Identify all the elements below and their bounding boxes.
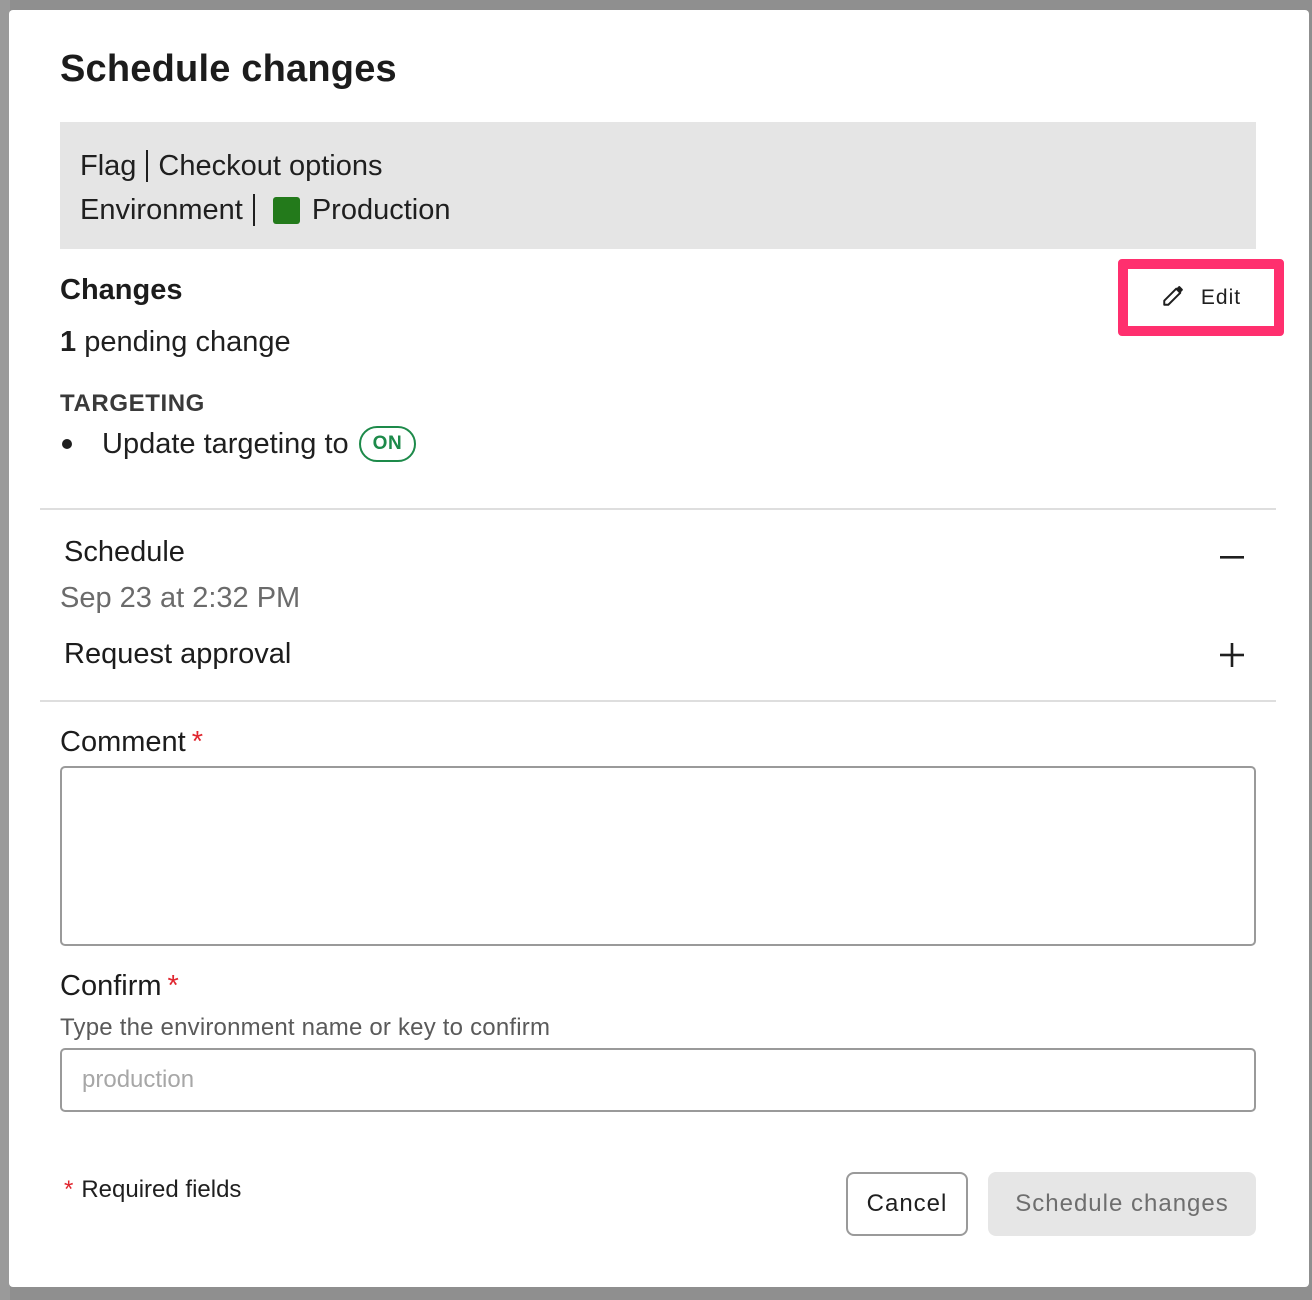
separator	[146, 150, 149, 182]
confirm-label-text: Confirm	[60, 970, 162, 1002]
required-asterisk: *	[167, 970, 179, 1002]
environment-name: Production	[311, 194, 451, 226]
pending-changes-summary: 1 pending change	[60, 326, 291, 359]
environment-info-line: Environment Production	[80, 188, 1236, 232]
flag-info-panel: Flag Checkout options Environment Produc…	[60, 122, 1256, 249]
schedule-changes-modal: Schedule changes Flag Checkout options E…	[9, 10, 1309, 1287]
edit-button-label: Edit	[1200, 285, 1242, 309]
flag-name: Checkout options	[158, 150, 383, 182]
required-asterisk: *	[64, 1176, 74, 1203]
environment-color-swatch	[272, 196, 300, 224]
pending-text: pending change	[84, 326, 291, 358]
request-approval-label: Request approval	[64, 638, 292, 670]
change-list-item: Update targeting to ON	[60, 426, 417, 462]
required-fields-note: * Required fields	[64, 1176, 241, 1204]
pencil-icon	[1161, 282, 1187, 314]
comment-textarea[interactable]	[60, 766, 1256, 946]
environment-label: Environment	[80, 194, 243, 226]
modal-title: Schedule changes	[60, 48, 397, 90]
edit-button[interactable]: Edit	[1132, 273, 1270, 322]
pending-count: 1	[60, 326, 77, 358]
required-fields-text: Required fields	[81, 1176, 242, 1203]
flag-info-line: Flag Checkout options	[80, 144, 1236, 188]
targeting-heading: TARGETING	[60, 390, 205, 417]
change-description: Update targeting to	[102, 427, 349, 460]
changes-heading: Changes	[60, 274, 183, 306]
cancel-button[interactable]: Cancel	[846, 1172, 968, 1236]
minus-icon[interactable]	[1215, 540, 1249, 574]
targeting-on-badge: ON	[358, 426, 417, 462]
confirm-hint: Type the environment name or key to conf…	[60, 1014, 551, 1041]
separator	[252, 194, 255, 226]
bullet-icon	[62, 439, 72, 449]
schedule-changes-button[interactable]: Schedule changes	[988, 1172, 1256, 1236]
divider	[40, 700, 1276, 702]
plus-icon[interactable]	[1215, 638, 1249, 672]
comment-label-text: Comment	[60, 726, 186, 758]
confirm-input[interactable]	[60, 1048, 1256, 1112]
confirm-label: Confirm *	[60, 970, 179, 1003]
flag-label: Flag	[80, 150, 137, 182]
comment-label: Comment *	[60, 726, 203, 759]
schedule-date[interactable]: Sep 23 at 2:32 PM	[60, 582, 300, 615]
schedule-section-label: Schedule	[64, 536, 185, 568]
required-asterisk: *	[191, 726, 203, 758]
divider	[40, 508, 1276, 510]
